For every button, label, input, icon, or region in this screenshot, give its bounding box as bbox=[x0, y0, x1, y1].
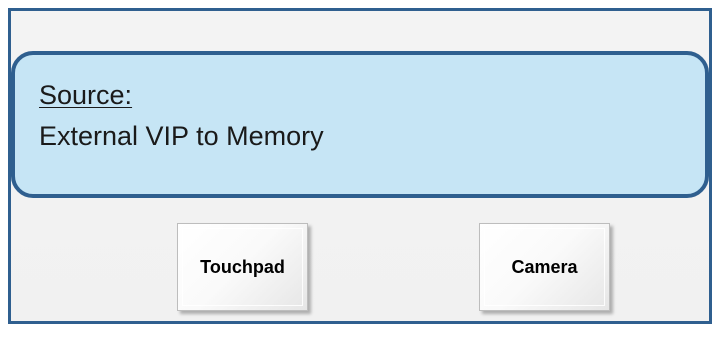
touchpad-button[interactable]: Touchpad bbox=[177, 223, 308, 311]
camera-button-label: Camera bbox=[511, 256, 578, 277]
camera-button[interactable]: Camera bbox=[479, 223, 610, 311]
source-label: Source: bbox=[39, 80, 133, 110]
source-value: External VIP to Memory bbox=[39, 121, 324, 151]
touchpad-button-label: Touchpad bbox=[200, 256, 285, 277]
source-panel: Source: External VIP to Memory bbox=[11, 51, 709, 198]
